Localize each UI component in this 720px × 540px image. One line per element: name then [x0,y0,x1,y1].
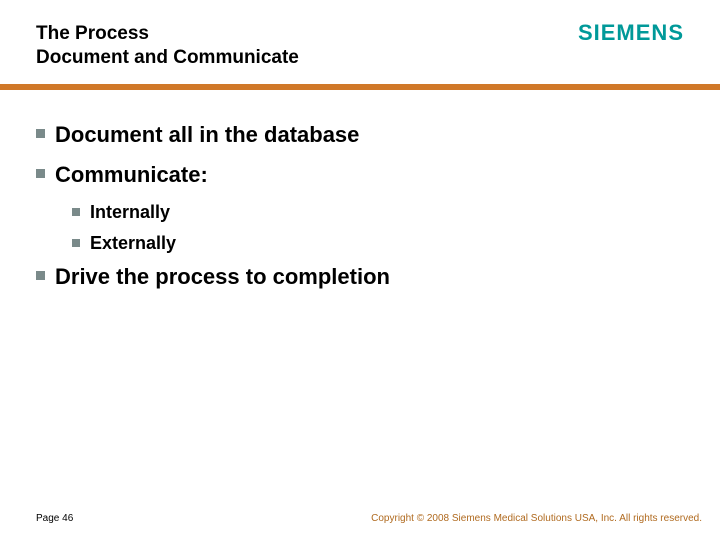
title-block: The Process Document and Communicate [36,22,299,70]
bullet-item: Drive the process to completion [36,264,684,290]
square-bullet-icon [72,208,80,216]
slide-content: Document all in the database Communicate… [36,112,684,304]
copyright-text: Copyright © 2008 Siemens Medical Solutio… [371,513,702,524]
square-bullet-icon [36,129,45,138]
slide-header: The Process Document and Communicate SIE… [0,0,720,88]
siemens-logo: SIEMENS [578,20,684,46]
title-line-2: Document and Communicate [36,46,299,70]
square-bullet-icon [72,239,80,247]
page-number: Page 46 [36,513,73,524]
slide: The Process Document and Communicate SIE… [0,0,720,540]
bullet-text: Internally [90,202,170,223]
slide-footer: Page 46 Copyright © 2008 Siemens Medical… [36,513,702,524]
bullet-text: Communicate: [55,162,208,188]
accent-bar [0,84,720,90]
bullet-text: Document all in the database [55,122,359,148]
bullet-text: Drive the process to completion [55,264,390,290]
bullet-text: Externally [90,233,176,254]
square-bullet-icon [36,169,45,178]
title-line-1: The Process [36,22,299,46]
bullet-sub-item: Internally [72,202,684,223]
bullet-sub-item: Externally [72,233,684,254]
square-bullet-icon [36,271,45,280]
bullet-item: Communicate: [36,162,684,188]
bullet-item: Document all in the database [36,122,684,148]
